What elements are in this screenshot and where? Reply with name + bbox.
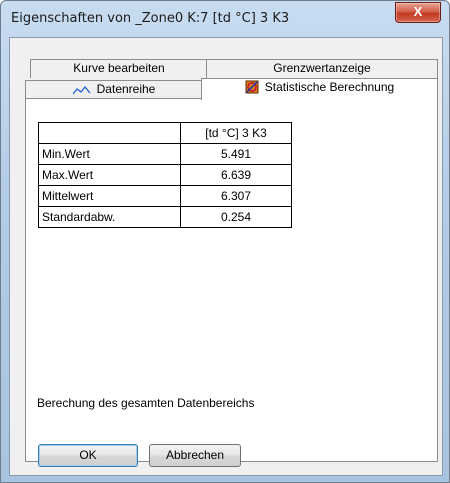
row-value: 6.307: [180, 185, 292, 207]
row-label: Mittelwert: [38, 185, 181, 207]
window-title: Eigenschaften von _Zone0 K:7 [td °C] 3 K…: [11, 11, 290, 26]
row-label: Min.Wert: [38, 143, 181, 165]
tab-label: Grenzwertanzeige: [273, 61, 371, 75]
close-button[interactable]: X: [395, 2, 441, 23]
row-value: 0.254: [180, 206, 292, 228]
dialog-client-area: Kurve bearbeiten Grenzwertanzeige Datenr…: [9, 37, 443, 476]
table-header-row: [td °C] 3 K3: [38, 122, 292, 144]
tab-label: Datenreihe: [96, 82, 156, 96]
table-row: Mittelwert 6.307: [38, 185, 292, 207]
row-value: 5.491: [180, 143, 292, 165]
tab-panel-statistik: [td °C] 3 K3 Min.Wert 5.491 Max.Wert 6.6…: [25, 98, 438, 462]
table-row: Max.Wert 6.639: [38, 164, 292, 186]
tab-datenreihe[interactable]: Datenreihe: [25, 80, 203, 99]
tab-label: Kurve bearbeiten: [73, 61, 165, 75]
calculation-note: Berechung des gesamten Datenbereichs: [37, 396, 255, 410]
table-corner-cell: [38, 122, 181, 144]
statistics-table: [td °C] 3 K3 Min.Wert 5.491 Max.Wert 6.6…: [38, 122, 292, 228]
table-row: Standardabw. 0.254: [38, 206, 292, 228]
tab-label: Statistische Berechnung: [264, 80, 395, 94]
tab-grenzwertanzeige[interactable]: Grenzwertanzeige: [206, 59, 438, 78]
row-label: Standardabw.: [38, 206, 181, 228]
title-bar[interactable]: Eigenschaften von _Zone0 K:7 [td °C] 3 K…: [1, 1, 449, 37]
dialog-window: Eigenschaften von _Zone0 K:7 [td °C] 3 K…: [0, 0, 450, 483]
column-header: [td °C] 3 K3: [180, 122, 292, 144]
close-icon: X: [413, 4, 423, 19]
ok-button[interactable]: OK: [38, 444, 138, 467]
cancel-button[interactable]: Abbrechen: [149, 444, 241, 467]
line-chart-icon: [72, 85, 91, 95]
table-row: Min.Wert 5.491: [38, 143, 292, 165]
statistics-icon: [245, 80, 259, 94]
tab-statistische-berechnung[interactable]: Statistische Berechnung: [201, 78, 438, 100]
row-label: Max.Wert: [38, 164, 181, 186]
tab-kurve-bearbeiten[interactable]: Kurve bearbeiten: [30, 59, 208, 78]
row-value: 6.639: [180, 164, 292, 186]
